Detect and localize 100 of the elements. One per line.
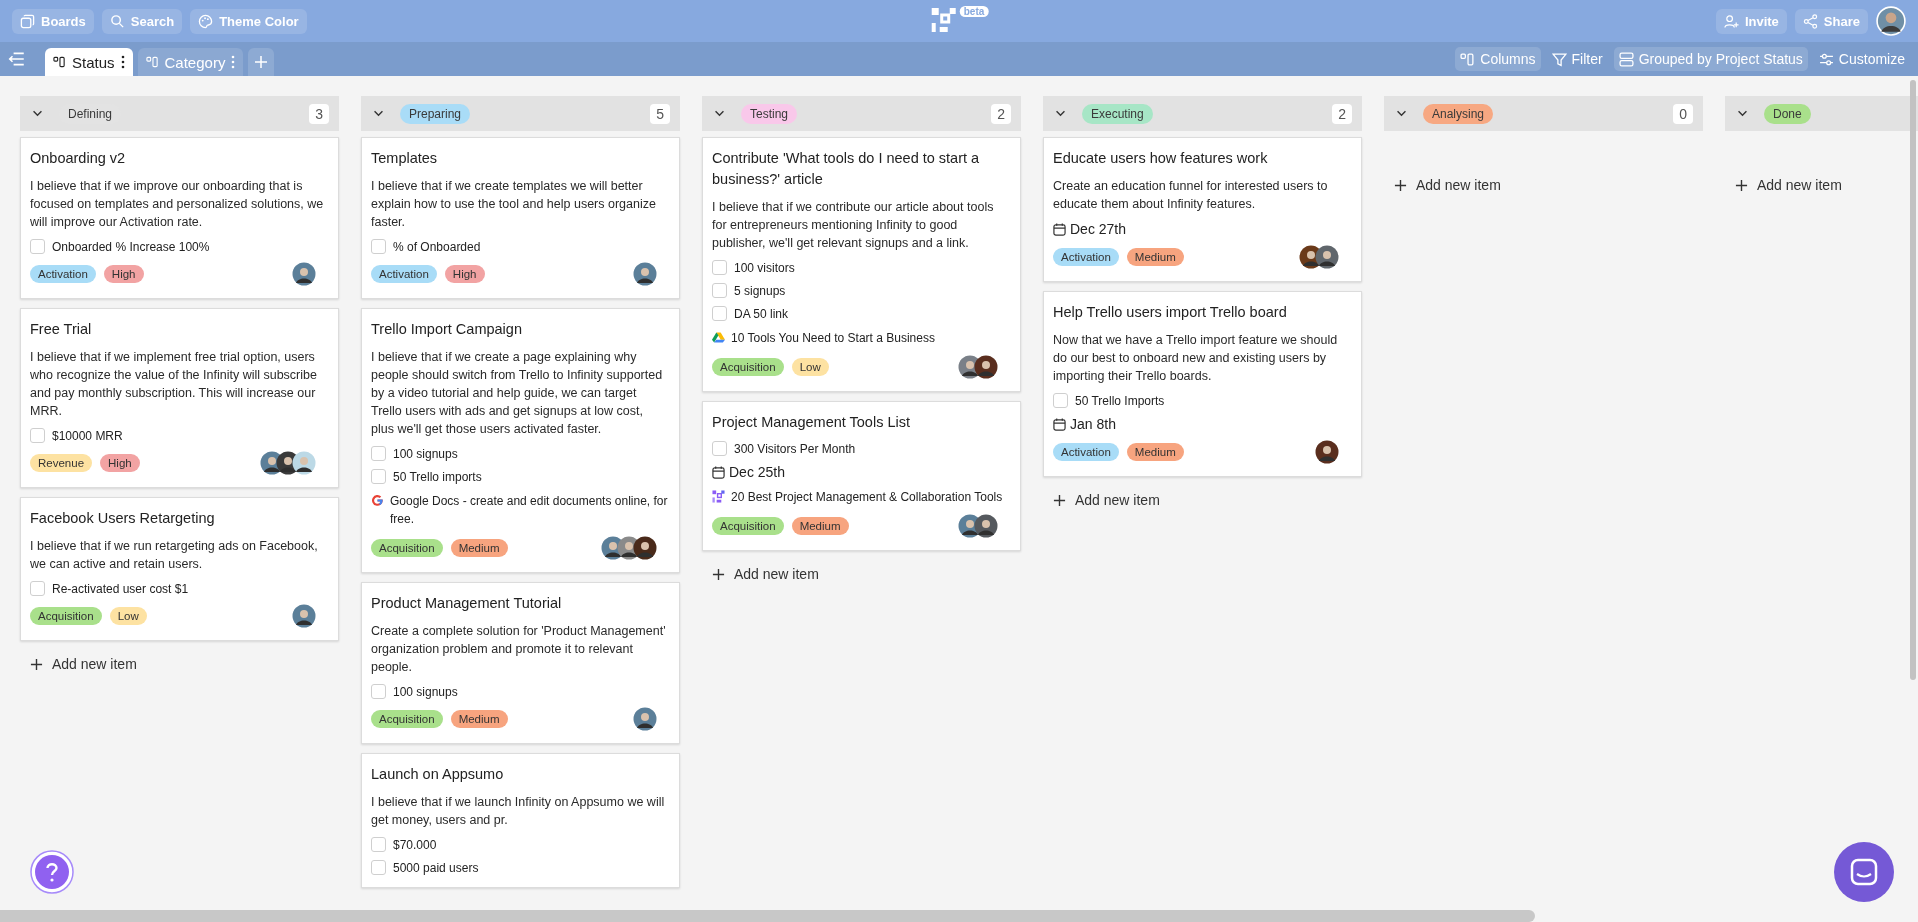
card-description: I believe that if we contribute our article about tools for entrepreneurs mentioning Infinity to good publisher, we'll get relevant signups and a link. — [712, 199, 995, 252]
card-description: I believe that if we run retargeting ads on Facebook, we can active and retain users. — [30, 538, 319, 573]
add-item-button[interactable]: Add new item — [1043, 486, 1170, 514]
filter-icon — [1551, 51, 1567, 67]
checkbox[interactable] — [371, 239, 386, 254]
attachment-link[interactable]: 10 Tools You Need to Start a Business — [731, 329, 935, 347]
card[interactable] — [361, 308, 680, 573]
status-tag: Done — [1764, 103, 1811, 124]
checklist-item: 50 Trello Imports — [1075, 393, 1165, 408]
checklist-item: 100 visitors — [734, 260, 795, 275]
add-item-button[interactable]: Add new item — [702, 560, 829, 588]
checkbox[interactable] — [712, 441, 727, 456]
tag: Medium — [450, 539, 508, 557]
add-item-button[interactable]: Add new item — [1725, 171, 1852, 199]
calendar-icon — [712, 465, 725, 479]
item-count: 3 — [309, 103, 329, 124]
board-view-icon — [53, 56, 66, 68]
logo-icon — [712, 490, 725, 503]
chevron-down-icon[interactable] — [373, 110, 384, 117]
card-description: I believe that if we improve our onboarding that is focused on templates and personalized solutions, we will improve our Activation rate. — [30, 178, 325, 231]
group-icon — [1618, 51, 1634, 67]
status-tag: Preparing — [400, 103, 471, 124]
card-title: Educate users how features work — [1053, 149, 1269, 168]
checklist-item: Re-activated user cost $1 — [52, 581, 189, 596]
plus-icon — [1394, 178, 1407, 192]
card[interactable]: Project Management Tools List 300 Visitors Per Month Dec 25th 20 Best Project Management & Collaboration Tools Acquisition Medium — [702, 401, 1021, 551]
view-tab[interactable]: Status — [45, 48, 133, 76]
checkbox[interactable] — [30, 428, 45, 443]
board-view-icon — [145, 56, 159, 68]
tag: Medium — [791, 517, 849, 535]
checklist-item: 100 signups — [393, 684, 458, 699]
card-title: Product Management Tutorial — [371, 594, 563, 613]
chevron-down-icon[interactable] — [32, 110, 43, 117]
card[interactable]: Facebook Users Retargeting I believe that if we run retargeting ads on Facebook, we can active and retain users. Re-activated user cost $1 Acquisition Low — [20, 497, 339, 641]
card[interactable]: Educate users how features work Create an education funnel for interested users to educate them about Infinity features. Dec 27th Activation Medium — [1043, 137, 1362, 282]
checkbox[interactable] — [712, 306, 727, 321]
tag: Acquisition — [371, 710, 443, 728]
checklist-item: $10000 MRR — [52, 428, 123, 443]
chevron-down-icon[interactable] — [1055, 110, 1066, 117]
plus-icon — [254, 55, 269, 69]
help-icon[interactable] — [30, 850, 74, 894]
item-count: 2 — [991, 103, 1011, 124]
checkbox[interactable] — [371, 837, 386, 852]
plus-icon — [1735, 178, 1748, 192]
chevron-down-icon[interactable] — [1396, 110, 1407, 117]
tag: Medium — [1126, 443, 1184, 461]
user-avatar[interactable] — [1876, 6, 1906, 36]
checkbox[interactable] — [371, 469, 386, 484]
tag: Acquisition — [712, 517, 784, 535]
checkbox[interactable] — [371, 446, 386, 461]
tag: Medium — [1126, 248, 1184, 266]
due-date: Jan 8th — [1070, 416, 1116, 432]
google-icon — [371, 494, 384, 507]
add-item-button[interactable]: Add new item — [20, 650, 147, 678]
horizontal-scrollbar[interactable] — [0, 910, 1535, 922]
card[interactable]: Launch on Appsumo I believe that if we launch Infinity on Appsumo we will get money, users and pr. $70.000 5000 paid users — [361, 753, 680, 888]
card[interactable] — [20, 308, 339, 488]
chevron-down-icon[interactable] — [1737, 110, 1748, 117]
checkbox[interactable] — [371, 684, 386, 699]
card-description: Create a complete solution for 'Product Management' organization problem and promote it to relevant people. — [371, 623, 667, 676]
add-view-button[interactable] — [248, 48, 275, 76]
item-count: 5 — [650, 103, 670, 124]
card[interactable]: Product Management Tutorial Create a complete solution for 'Product Management' organization problem and promote it to relevant people. 100 signups Acquisition Medium — [361, 582, 680, 744]
card-title: Trello Import Campaign — [371, 320, 523, 339]
checkbox[interactable] — [712, 283, 727, 298]
checklist-item: DA 50 link — [734, 306, 789, 321]
more-icon[interactable] — [120, 55, 125, 69]
chat-icon[interactable] — [1834, 842, 1894, 902]
card-description: Now that we have a Trello import feature we should do our best to onboard new and existing users by importing their Trello boards. — [1053, 332, 1339, 385]
plus-icon — [1053, 493, 1066, 507]
logo-icon — [929, 6, 958, 34]
checklist-item: 50 Trello imports — [393, 469, 482, 484]
checkbox[interactable] — [712, 260, 727, 275]
tag: Acquisition — [712, 358, 784, 376]
tag: Activation — [1053, 248, 1119, 266]
chevron-down-icon[interactable] — [714, 110, 725, 117]
card[interactable] — [1043, 291, 1362, 477]
card-description: I believe that if we launch Infinity on Appsumo we will get money, users and pr. — [371, 794, 666, 829]
checkbox[interactable] — [30, 581, 45, 596]
attachment-link[interactable]: 20 Best Project Management & Collaboration Tools — [731, 488, 1003, 506]
checklist-item: 300 Visitors Per Month — [734, 441, 856, 456]
item-count: 0 — [1673, 103, 1693, 124]
card-title: Templates — [371, 149, 439, 168]
tag: Activation — [1053, 443, 1119, 461]
add-item-button[interactable]: Add new item — [1384, 171, 1511, 199]
card[interactable]: Templates I believe that if we create templates we will better explain how to use the tool and help users organize faster. % of Onboarded Activation High — [361, 137, 680, 299]
checkbox[interactable] — [371, 860, 386, 875]
card-description: I believe that if we implement free trial option, users who recognize the value of the Infinity will subscribe and pay monthly subscription. This will increase our MRR. — [30, 349, 318, 420]
card[interactable]: Onboarding v2 I believe that if we improve our onboarding that is focused on templates and personalized solutions, we will improve our Activation rate. Onboarded % Increase 100% Activation High — [20, 137, 339, 299]
status-tag: Analysing — [1423, 103, 1494, 124]
collapse-sidebar-icon[interactable] — [8, 50, 26, 68]
card-description: I believe that if we create a page explaining why people should switch from Trello to Infinity supported by a video tutorial and help guide, we can target Trello users with ads and get signups at low cost, plus we'll get those users activated faster. — [371, 349, 664, 438]
checkbox[interactable] — [30, 239, 45, 254]
vertical-scrollbar[interactable] — [1910, 80, 1916, 680]
status-tag: Executing — [1082, 103, 1153, 124]
card[interactable] — [702, 137, 1021, 392]
plus-icon — [30, 657, 43, 671]
checkbox[interactable] — [1053, 393, 1068, 408]
plus-icon — [712, 567, 725, 581]
attachment-link[interactable]: Google Docs - create and edit documents online, for free. — [390, 492, 669, 528]
